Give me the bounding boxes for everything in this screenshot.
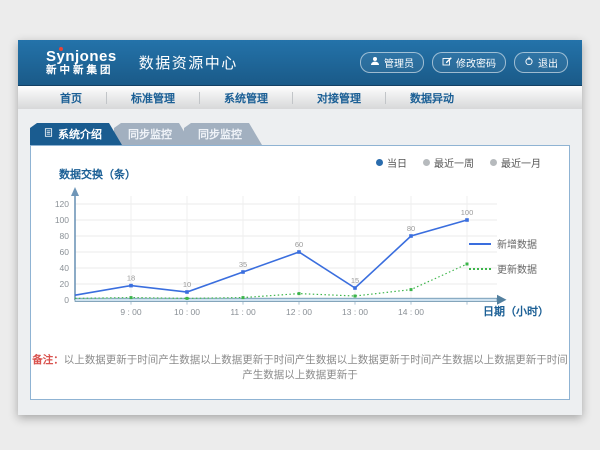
svg-text:35: 35 [239, 260, 247, 269]
user-button-label: 管理员 [384, 55, 414, 70]
nav-item-home[interactable]: 首页 [36, 90, 106, 106]
main-nav: 首页 标准管理 系统管理 对接管理 数据异动 [18, 86, 582, 110]
svg-text:18: 18 [127, 274, 135, 283]
tab-label: 系统介绍 [58, 126, 102, 142]
svg-text:13 : 00: 13 : 00 [342, 307, 368, 317]
tab-label: 同步监控 [198, 126, 242, 142]
person-icon [370, 56, 380, 69]
legend-item-update-data[interactable]: 更新数据 [469, 261, 555, 276]
svg-text:60: 60 [295, 240, 303, 249]
logout-label: 退出 [538, 55, 558, 70]
pencil-icon [442, 56, 452, 69]
svg-text:15: 15 [351, 276, 359, 285]
svg-text:80: 80 [60, 231, 70, 241]
legend-label: 新增数据 [497, 236, 537, 251]
svg-text:9 : 00: 9 : 00 [120, 307, 142, 317]
app-window: Synjones 新中新集团 数据资源中心 管理员 修改密码 退出 首页 标准管… [18, 40, 582, 415]
y-axis-title: 数据交换（条） [59, 166, 136, 182]
content-area: 系统介绍 同步监控 同步监控 当日 最近一周 [18, 109, 582, 415]
power-icon [524, 56, 534, 69]
dotted-line-icon [469, 268, 491, 270]
footnote: 备注：以上数据更新于时间产生数据以上数据更新于时间产生数据以上数据更新于时间产生… [31, 352, 569, 382]
page-title: 数据资源中心 [139, 52, 238, 73]
nav-item-standard-mgmt[interactable]: 标准管理 [107, 90, 199, 106]
radio-dot-icon [376, 159, 383, 166]
change-password-label: 修改密码 [456, 55, 496, 70]
svg-text:12 : 00: 12 : 00 [286, 307, 312, 317]
footnote-prefix: 备注： [32, 354, 64, 366]
logo-text-en: Synjones [46, 49, 117, 65]
svg-text:20: 20 [60, 279, 70, 289]
logo: Synjones 新中新集团 [46, 49, 117, 76]
radio-last-week[interactable]: 最近一周 [423, 155, 474, 170]
svg-text:60: 60 [60, 247, 70, 257]
legend-label: 更新数据 [497, 261, 537, 276]
svg-text:40: 40 [60, 263, 70, 273]
logo-text-cn: 新中新集团 [46, 65, 117, 76]
radio-label: 当日 [387, 155, 407, 170]
logout-button[interactable]: 退出 [514, 52, 568, 73]
radio-label: 最近一月 [501, 155, 541, 170]
document-icon [44, 128, 53, 140]
svg-text:10: 10 [183, 280, 191, 289]
legend-item-new-data[interactable]: 新增数据 [469, 236, 555, 251]
app-header: Synjones 新中新集团 数据资源中心 管理员 修改密码 退出 [18, 40, 582, 86]
solid-line-icon [469, 243, 491, 245]
footnote-text: 以上数据更新于时间产生数据以上数据更新于时间产生数据以上数据更新于时间产生数据以… [64, 354, 568, 381]
nav-item-system-mgmt[interactable]: 系统管理 [200, 90, 292, 106]
tab-sync-monitor-1[interactable]: 同步监控 [114, 123, 192, 145]
time-range-filter: 当日 最近一周 最近一月 [376, 155, 541, 170]
x-axis-title: 日期（小时） [483, 303, 549, 319]
radio-dot-icon [423, 159, 430, 166]
svg-text:10 : 00: 10 : 00 [174, 307, 200, 317]
radio-label: 最近一周 [434, 155, 474, 170]
radio-last-month[interactable]: 最近一月 [490, 155, 541, 170]
header-actions: 管理员 修改密码 退出 [360, 52, 568, 73]
nav-item-interface-mgmt[interactable]: 对接管理 [293, 90, 385, 106]
svg-text:100: 100 [55, 215, 69, 225]
nav-item-data-change[interactable]: 数据异动 [386, 90, 478, 106]
tab-system-intro[interactable]: 系统介绍 [30, 123, 122, 145]
chart-legend: 新增数据 更新数据 [469, 236, 555, 286]
svg-text:14 : 00: 14 : 00 [398, 307, 424, 317]
radio-dot-icon [490, 159, 497, 166]
svg-text:80: 80 [407, 224, 415, 233]
radio-today[interactable]: 当日 [376, 155, 407, 170]
svg-text:100: 100 [461, 208, 474, 217]
svg-text:0: 0 [64, 295, 69, 305]
tab-bar: 系统介绍 同步监控 同步监控 [30, 123, 262, 145]
tab-label: 同步监控 [128, 126, 172, 142]
user-button[interactable]: 管理员 [360, 52, 424, 73]
change-password-button[interactable]: 修改密码 [432, 52, 506, 73]
svg-text:120: 120 [55, 199, 69, 209]
tab-sync-monitor-2[interactable]: 同步监控 [184, 123, 262, 145]
svg-text:11 : 00: 11 : 00 [230, 307, 256, 317]
chart-panel: 当日 最近一周 最近一月 数据交换（条） 0 20 40 60 80 100 120 9 : … [30, 145, 570, 400]
